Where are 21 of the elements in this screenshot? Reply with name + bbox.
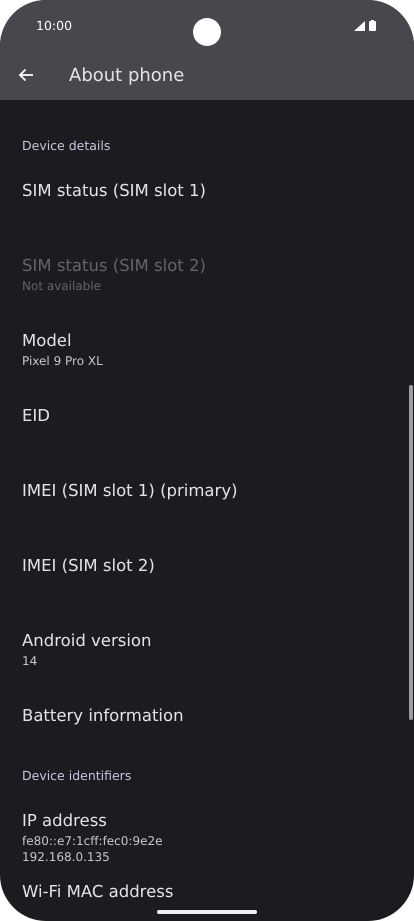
settings-item[interactable]: Android version 14 [0, 618, 414, 693]
settings-item[interactable]: SIM status (SIM slot 1) [0, 168, 414, 243]
settings-item[interactable]: IMEI (SIM slot 1) (primary) [0, 468, 414, 543]
item-summary: 14 [22, 653, 38, 669]
item-summary: Pixel 9 Pro XL [22, 353, 104, 369]
signal-icon [354, 20, 365, 30]
battery-icon [369, 20, 376, 30]
settings-item[interactable]: Model Pixel 9 Pro XL [0, 318, 414, 393]
settings-item[interactable]: EID [0, 393, 414, 468]
item-summary: Not available [22, 278, 102, 294]
section-header: Device details [21, 138, 112, 155]
section-header: Device identifiers [21, 768, 132, 785]
settings-item[interactable]: Wi‑Fi MAC address [0, 869, 414, 921]
status-time: 10:00 [36, 18, 72, 32]
screen-title: About phone [69, 64, 184, 86]
back-arrow-icon [18, 68, 34, 82]
settings-item[interactable]: IMEI (SIM slot 2) [0, 543, 414, 618]
camera-cutout [193, 18, 221, 46]
item-summary: fe80::e7:1cff:fec0:9e2e 192.168.0.135 [22, 833, 164, 865]
settings-item[interactable]: Battery information [0, 693, 414, 768]
settings-item[interactable]: IP address fe80::e7:1cff:fec0:9e2e 192.168.0.135 [0, 798, 414, 869]
